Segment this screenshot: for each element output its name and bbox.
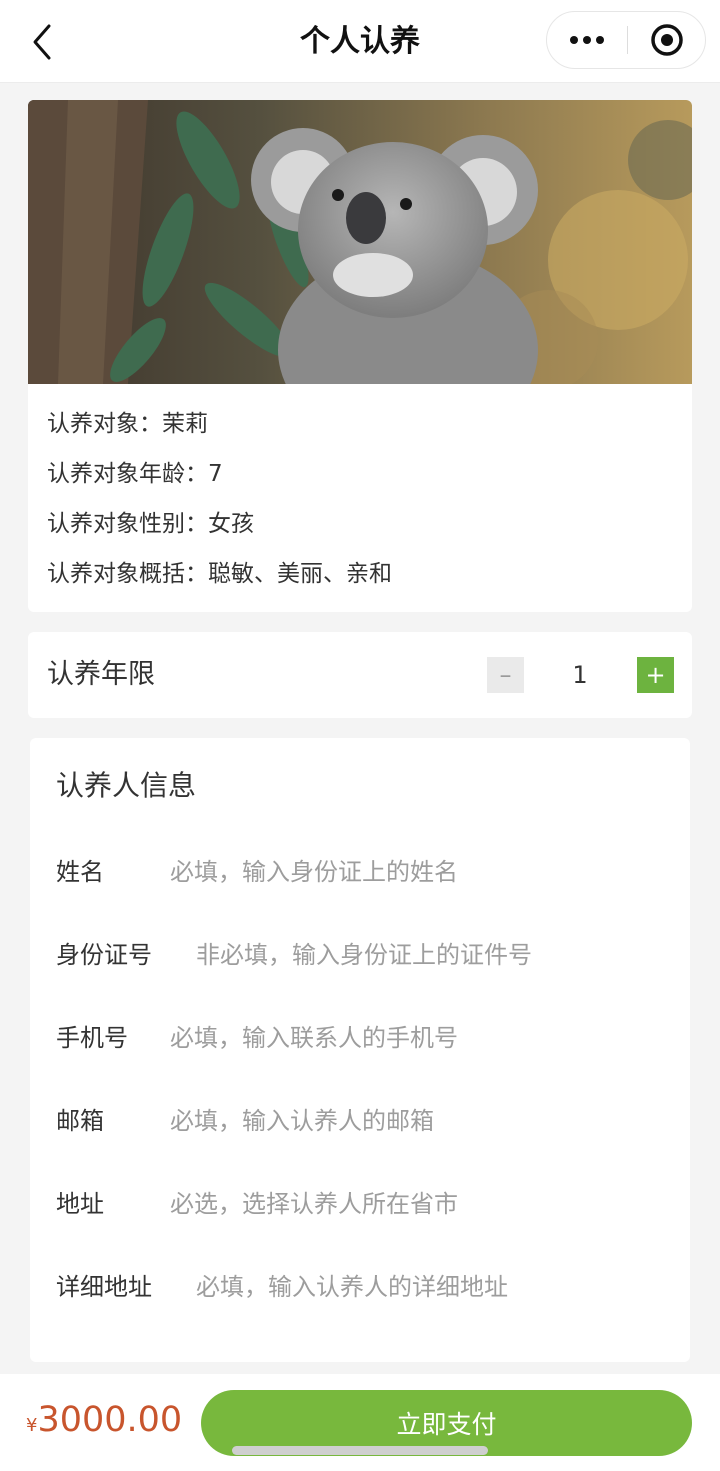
target-circle-icon xyxy=(651,24,683,56)
animal-gender-line: 认养对象性别：女孩 xyxy=(47,511,254,537)
adopter-info-form: 认养人信息 姓名 身份证号 手机号 邮箱 地址 详细地址 xyxy=(30,738,690,1362)
more-dots-icon xyxy=(570,36,578,44)
currency-symbol: ¥ xyxy=(26,1415,38,1436)
animal-summary-line: 认养对象概括：聪敏、美丽、亲和 xyxy=(47,561,392,587)
id-number-label: 身份证号 xyxy=(56,941,152,969)
name-label: 姓名 xyxy=(56,858,104,886)
phone-label: 手机号 xyxy=(56,1024,128,1052)
price-amount: 3000.00 xyxy=(37,1400,183,1440)
mini-program-capsule xyxy=(546,11,706,69)
email-label: 邮箱 xyxy=(56,1107,104,1135)
nav-bar: 个人认养 xyxy=(0,0,720,83)
email-input[interactable] xyxy=(170,1101,670,1141)
adoption-years-card: 认养年限 – 1 + xyxy=(28,632,692,718)
phone-input[interactable] xyxy=(170,1018,670,1058)
animal-age-line: 认养对象年龄：7 xyxy=(47,461,223,487)
increase-years-button[interactable]: + xyxy=(637,657,674,693)
form-row-id-number: 身份证号 xyxy=(56,933,690,977)
home-indicator xyxy=(232,1446,488,1455)
minus-icon: – xyxy=(499,661,512,689)
address-input[interactable] xyxy=(196,1267,690,1307)
form-row-address: 详细地址 xyxy=(56,1265,690,1309)
id-number-input[interactable] xyxy=(196,935,690,975)
plus-icon: + xyxy=(645,661,666,689)
more-dot xyxy=(596,36,604,44)
animal-info-card: 认养对象：茉莉 认养对象年龄：7 认养对象性别：女孩 认养对象概括：聪敏、美丽、… xyxy=(28,100,692,612)
region-label: 地址 xyxy=(56,1190,104,1218)
region-picker[interactable] xyxy=(170,1184,670,1224)
bottom-pay-bar: ¥3000.00 立即支付 xyxy=(0,1374,720,1471)
more-dot xyxy=(583,36,591,44)
address-label: 详细地址 xyxy=(56,1273,152,1301)
form-row-name: 姓名 xyxy=(56,850,676,894)
total-price: ¥3000.00 xyxy=(26,1400,182,1440)
decrease-years-button[interactable]: – xyxy=(487,657,524,693)
form-row-email: 邮箱 xyxy=(56,1099,676,1143)
name-input[interactable] xyxy=(170,852,670,892)
form-title: 认养人信息 xyxy=(56,769,197,802)
years-value: 1 xyxy=(572,661,588,689)
close-mini-program-button[interactable] xyxy=(628,12,706,68)
adoption-years-label: 认养年限 xyxy=(47,659,155,690)
form-row-phone: 手机号 xyxy=(56,1016,676,1060)
animal-name-line: 认养对象：茉莉 xyxy=(47,411,208,437)
koala-photo xyxy=(28,100,692,384)
more-options-button[interactable] xyxy=(547,12,627,68)
form-row-region: 地址 xyxy=(56,1182,676,1226)
